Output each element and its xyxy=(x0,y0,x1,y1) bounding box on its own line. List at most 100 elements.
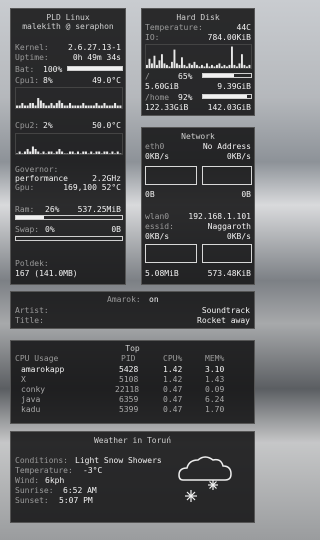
process-pid: 5108 xyxy=(119,375,139,384)
graph-bar xyxy=(34,105,37,108)
network-header: Network xyxy=(181,132,215,141)
system-panel: PLD Linux malekith @ seraphon Kernel: 2.… xyxy=(10,8,126,285)
process-mem: 0.09 xyxy=(205,385,225,394)
graph-bar xyxy=(76,105,79,108)
graph-bar xyxy=(61,151,64,154)
graph-bar xyxy=(238,63,241,68)
graph-bar xyxy=(16,105,19,108)
root-bar xyxy=(202,73,252,78)
graph-bar xyxy=(21,153,24,154)
cpu1-temp: 49.0°C xyxy=(92,76,121,85)
conditions-value: Light Snow Showers xyxy=(75,456,162,465)
graph-bar xyxy=(76,151,79,154)
disk-io-label: IO: xyxy=(145,33,160,42)
graph-bar xyxy=(39,100,42,108)
graph-bar xyxy=(216,64,218,68)
graph-bar xyxy=(16,153,19,154)
poldek-label: Poldek: xyxy=(15,259,49,268)
sunrise-value: 6:52 AM xyxy=(63,486,97,495)
title-label: Title: xyxy=(15,316,44,325)
process-name: kadu xyxy=(21,405,41,414)
artist-label: Artist: xyxy=(15,306,49,315)
graph-bar xyxy=(181,57,183,68)
graph-bar xyxy=(100,105,103,108)
graph-bar xyxy=(223,64,226,68)
cpu1-graph-svg xyxy=(16,98,122,108)
graph-bar xyxy=(100,153,103,154)
distro-name: PLD Linux xyxy=(46,13,90,22)
graph-bar xyxy=(92,153,95,154)
swap-value: 0% xyxy=(45,225,55,234)
graph-bar xyxy=(198,66,201,68)
cpu1-label: Cpu1: xyxy=(15,76,40,85)
graph-bar xyxy=(233,64,236,68)
graph-bar xyxy=(103,151,106,154)
graph-bar xyxy=(47,105,50,108)
graph-bar xyxy=(103,103,106,108)
swap-label: Swap: xyxy=(15,225,40,234)
graph-bar xyxy=(206,63,208,68)
graph-bar xyxy=(151,63,153,68)
wlan0-up-graph xyxy=(202,244,252,263)
wlan0-down: 0KB/s xyxy=(145,232,170,241)
graph-bar xyxy=(69,103,72,108)
process-pid: 6359 xyxy=(119,395,139,404)
graph-bar xyxy=(42,151,45,154)
graph-bar xyxy=(153,55,156,68)
home-total: 142.03GiB xyxy=(207,103,251,112)
cpu2-graph-svg xyxy=(16,146,122,154)
sunset-label: Sunset: xyxy=(15,496,49,505)
wlan0-address: 192.168.1.101 xyxy=(188,212,251,221)
process-name: conky xyxy=(21,385,46,394)
graph-bar xyxy=(63,153,66,154)
graph-bar xyxy=(53,105,56,108)
col-cpu: CPU% xyxy=(163,354,183,363)
graph-bar xyxy=(201,64,203,68)
process-pid: 5428 xyxy=(119,365,139,374)
ram-amount: 537.25MiB xyxy=(77,205,121,214)
process-name: amarokapp xyxy=(21,365,65,374)
graph-bar xyxy=(161,54,163,68)
graph-bar xyxy=(236,66,238,68)
graph-bar xyxy=(39,153,42,154)
graph-bar xyxy=(211,64,213,68)
disk-temp-value: 44C xyxy=(236,23,251,32)
graph-bar xyxy=(95,151,98,154)
graph-bar xyxy=(108,153,111,154)
home-label: /home xyxy=(145,93,170,102)
network-panel: Network eth0 No Address 0KB/s 0KB/s 0B 0… xyxy=(141,127,255,285)
graph-bar xyxy=(69,151,72,154)
swap-amount: 0B xyxy=(111,225,121,234)
graph-bar xyxy=(228,64,231,68)
graph-bar xyxy=(63,105,66,108)
battery-label: Bat: xyxy=(15,65,35,74)
temperature-label: Temperature: xyxy=(15,466,73,475)
graph-bar xyxy=(29,103,32,108)
col-mem: MEM% xyxy=(205,354,225,363)
graph-bar xyxy=(98,151,101,154)
process-cpu: 0.47 xyxy=(163,395,183,404)
graph-bar xyxy=(171,61,173,68)
graph-bar xyxy=(21,103,24,108)
snow-cloud-icon xyxy=(178,456,232,502)
uptime-value: 0h 49m 34s xyxy=(72,53,121,62)
eth0-up-graph xyxy=(202,166,252,185)
graph-bar xyxy=(168,66,171,68)
process-mem: 6.24 xyxy=(205,395,225,404)
graph-bar xyxy=(23,151,26,154)
graph-bar xyxy=(84,105,87,108)
graph-bar xyxy=(111,105,114,108)
graph-bar xyxy=(34,149,37,154)
graph-bar xyxy=(82,151,85,154)
graph-bar xyxy=(87,105,90,108)
graph-bar xyxy=(178,64,181,68)
home-bar xyxy=(202,94,252,99)
essid-value: Naggaroth xyxy=(207,222,251,231)
ram-bar xyxy=(15,215,123,220)
graph-bar xyxy=(241,54,243,68)
root-used: 5.60GiB xyxy=(145,82,179,91)
title-value: Rocket away xyxy=(197,316,250,325)
process-pid: 5399 xyxy=(119,405,139,414)
wind-label: Wind: xyxy=(15,476,40,485)
graph-bar xyxy=(203,66,206,68)
